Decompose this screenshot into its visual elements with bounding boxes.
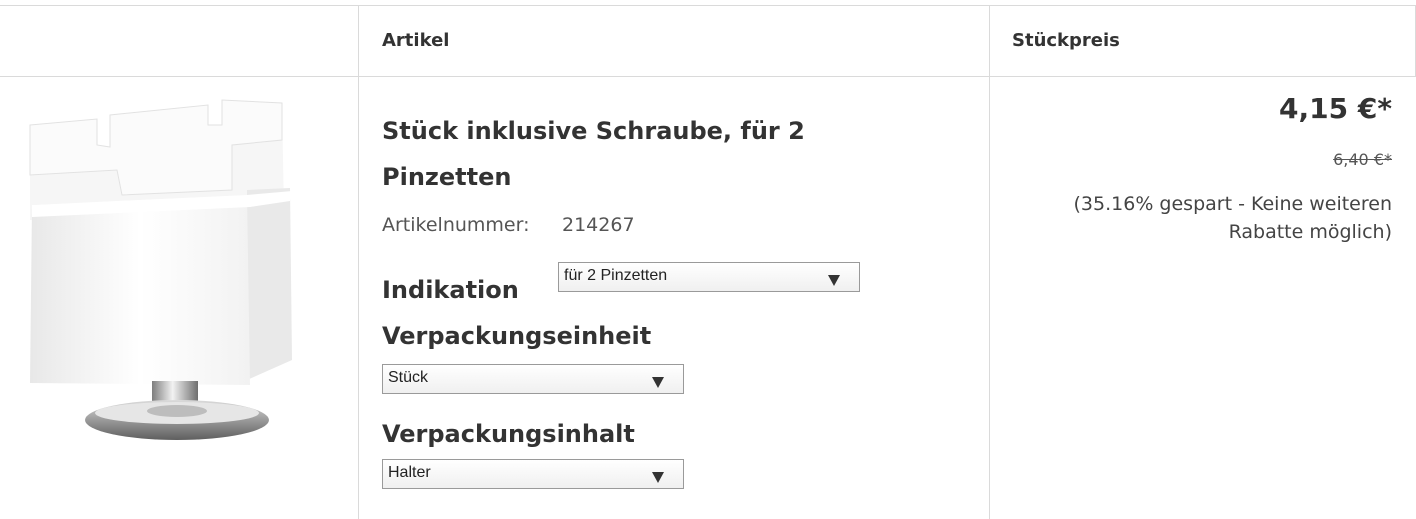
indikation-select[interactable]: für 2 Pinzetten xyxy=(558,262,860,292)
verpackungseinheit-label: Verpackungseinheit xyxy=(382,322,652,350)
savings-note: (35.16% gespart - Keine weiteren Rabatte… xyxy=(1073,193,1392,243)
verpackungseinheit-selected-value: Stück xyxy=(388,369,429,386)
dropdown-arrow-icon[interactable] xyxy=(631,460,683,488)
old-price: 6,40 €* xyxy=(1333,150,1392,169)
artikelnummer-label: Artikelnummer: xyxy=(382,214,530,236)
current-price: 4,15 €* xyxy=(1279,92,1392,125)
table-top-border xyxy=(0,5,1416,6)
verpackungsinhalt-label: Verpackungsinhalt xyxy=(382,420,635,448)
artikelnummer-value: 214267 xyxy=(562,214,635,236)
indikation-label: Indikation xyxy=(382,276,519,304)
column-divider-1 xyxy=(358,5,359,519)
product-table: Artikel Stückpreis Stück inklusive Schra… xyxy=(0,0,1416,519)
dropdown-arrow-icon[interactable] xyxy=(631,365,683,393)
header-stueckpreis: Stückpreis xyxy=(1012,30,1120,51)
header-artikel: Artikel xyxy=(382,30,450,51)
verpackungsinhalt-selected-value: Halter xyxy=(388,464,431,481)
indikation-selected-value: für 2 Pinzetten xyxy=(564,267,668,284)
verpackungsinhalt-select[interactable]: Halter xyxy=(382,459,684,489)
column-divider-2 xyxy=(989,5,990,519)
dropdown-arrow-icon[interactable] xyxy=(807,263,859,291)
product-title[interactable]: Stück inklusive Schraube, für 2 Pinzette… xyxy=(382,108,942,200)
verpackungseinheit-select[interactable]: Stück xyxy=(382,364,684,394)
header-divider xyxy=(0,76,1416,77)
product-image[interactable] xyxy=(22,95,352,455)
